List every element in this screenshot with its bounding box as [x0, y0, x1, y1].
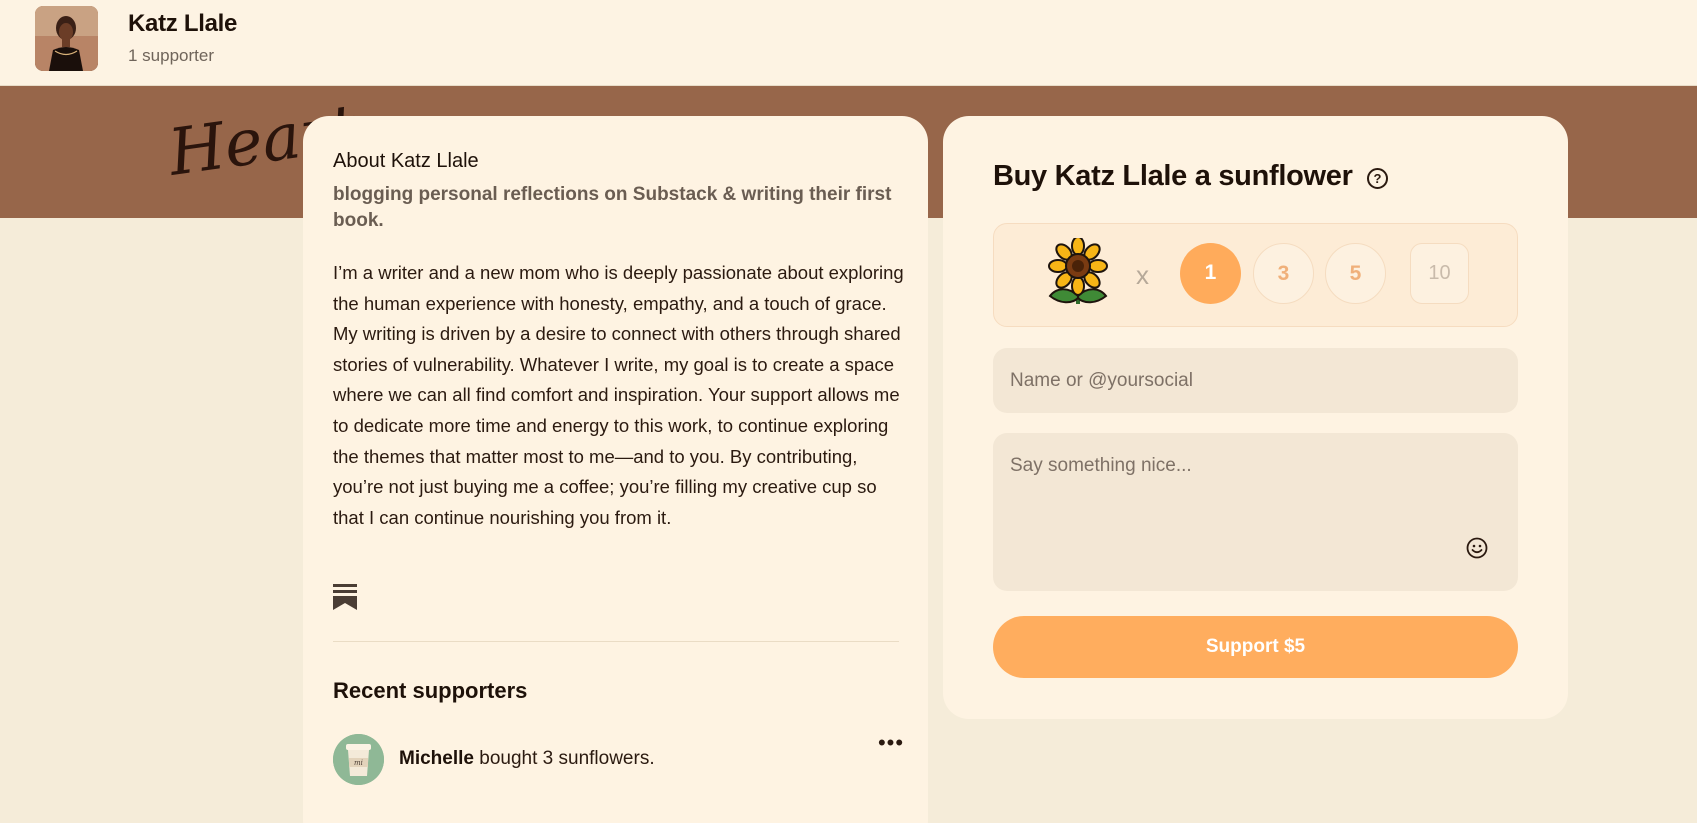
about-tagline: blogging personal reflections on Substac… [333, 184, 892, 231]
coffee-cup-icon: mi [333, 734, 384, 785]
supporter-name: Michelle [399, 748, 474, 769]
supporter-avatar-initials: mi [354, 759, 363, 767]
supporter-action: bought 3 sunflowers. [473, 748, 655, 769]
name-input[interactable] [993, 348, 1518, 413]
quantity-selector: x 1 3 5 10 [993, 223, 1518, 327]
recent-supporters-title: Recent supporters [333, 678, 528, 703]
support-card: Buy Katz Llale a sunflower ? x 1 3 5 10 [943, 116, 1568, 719]
about-title: About Katz Llale [333, 150, 479, 172]
support-button[interactable]: Support $5 [993, 616, 1518, 678]
message-input[interactable] [993, 433, 1518, 591]
times-sign: x [1136, 260, 1149, 290]
quantity-option-1[interactable]: 1 [1180, 243, 1241, 304]
quantity-option-3[interactable]: 3 [1253, 243, 1314, 304]
about-body: I’m a writer and a new mom who is deeply… [333, 262, 904, 528]
creator-avatar[interactable] [35, 6, 98, 71]
emoji-icon[interactable] [1466, 537, 1488, 559]
supporter-text: Michelle bought 3 sunflowers. [399, 748, 655, 770]
about-card: About Katz Llale blogging personal refle… [303, 116, 928, 823]
supporter-list-item: mi Michelle bought 3 sunflowers. ••• [333, 732, 905, 786]
sunflower-icon [1048, 238, 1108, 304]
supporter-avatar: mi [333, 734, 384, 785]
quantity-custom-input[interactable]: 10 [1410, 243, 1469, 304]
support-title: Buy Katz Llale a sunflower [993, 160, 1353, 192]
supporter-count: 1 supporter [128, 46, 214, 65]
divider [333, 641, 899, 642]
more-options-button[interactable]: ••• [877, 732, 905, 754]
substack-icon[interactable] [333, 584, 357, 610]
quantity-option-5[interactable]: 5 [1325, 243, 1386, 304]
help-icon[interactable]: ? [1367, 168, 1388, 189]
top-bar: Katz Llale 1 supporter [0, 0, 1697, 86]
creator-name: Katz Llale [128, 10, 238, 37]
